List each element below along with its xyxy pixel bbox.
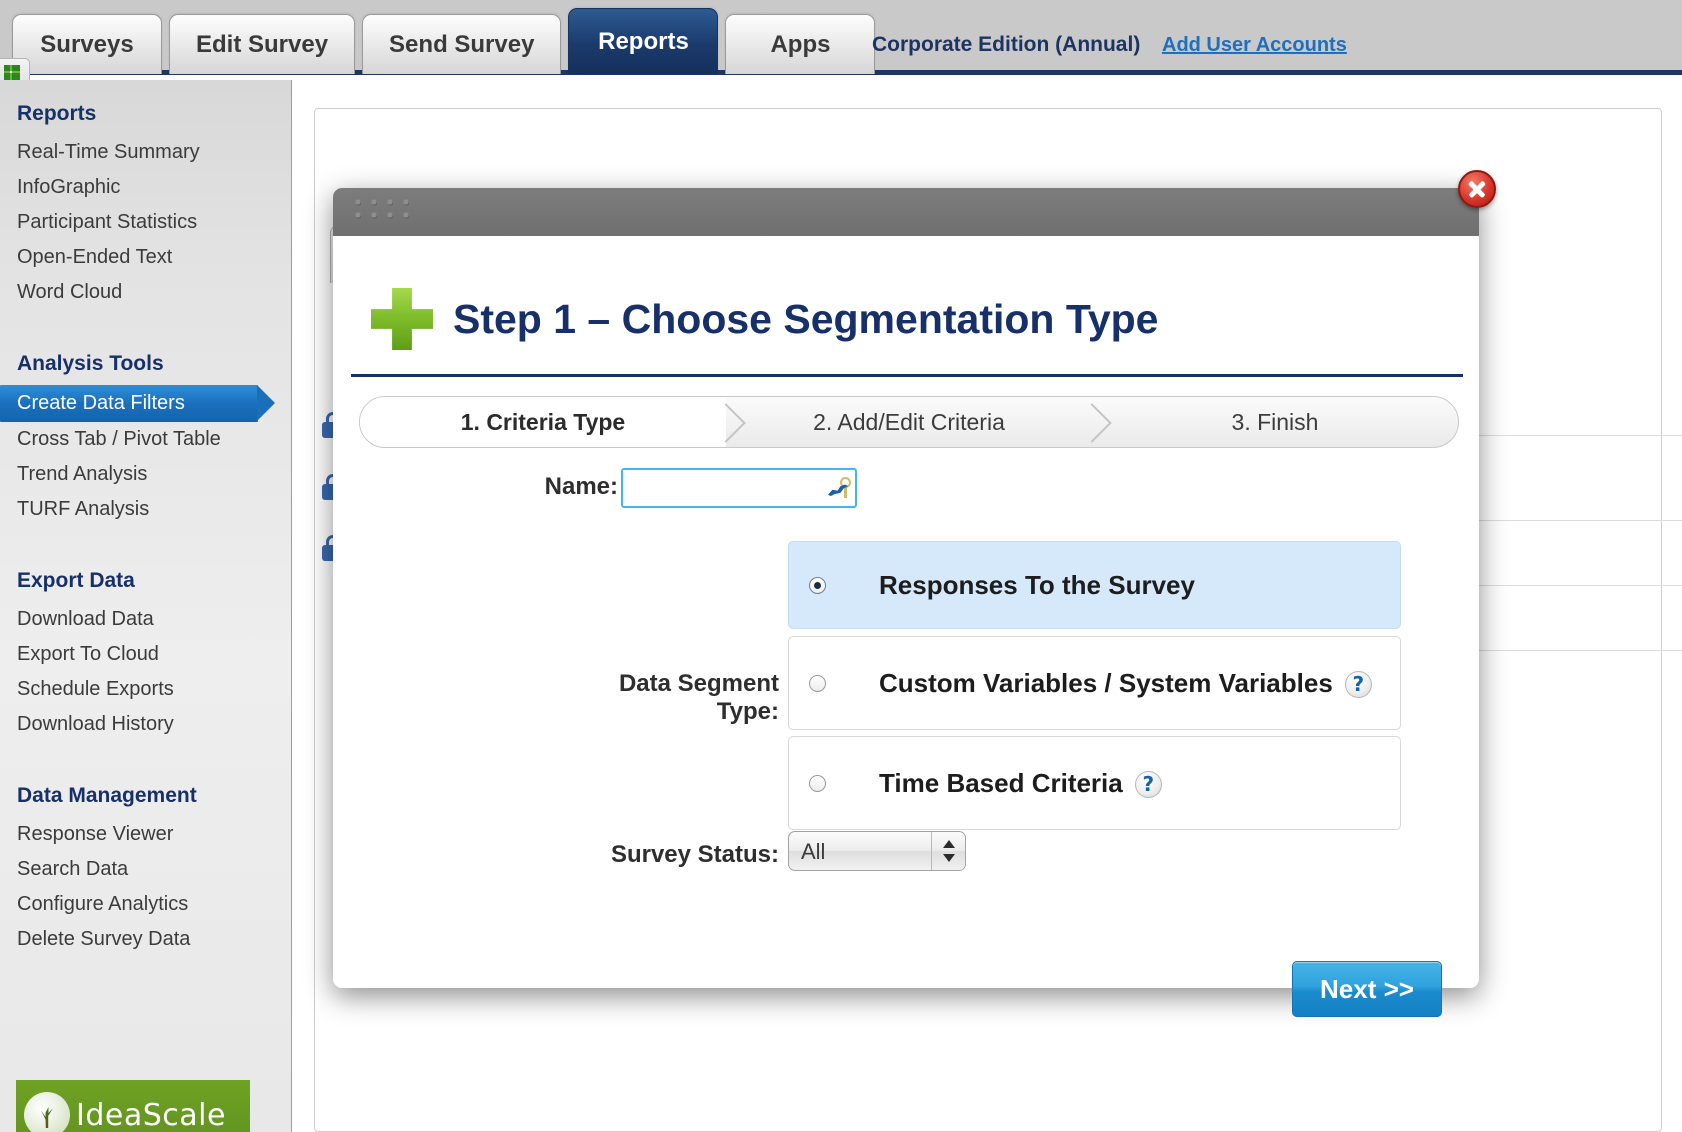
sidebar-item-infographic[interactable]: InfoGraphic	[0, 170, 291, 205]
step-3-label: 3. Finish	[1231, 408, 1319, 435]
option-label-time-based: Time Based Criteria?	[879, 768, 1162, 799]
add-user-accounts-link[interactable]: Add User Accounts	[1162, 34, 1347, 57]
step-1-criteria-type[interactable]: 1. Criteria Type	[360, 397, 726, 447]
step-2-add-edit-criteria[interactable]: 2. Add/Edit Criteria	[726, 397, 1092, 447]
name-field-row: Name:	[333, 468, 1479, 512]
option-custom-system-variables[interactable]: Custom Variables / System Variables?	[788, 636, 1401, 730]
sidebar-item-cross-tab-pivot-table[interactable]: Cross Tab / Pivot Table	[0, 422, 291, 457]
lastpass-runner-icon[interactable]	[828, 476, 852, 500]
radio-responses-to-the-survey[interactable]	[809, 576, 826, 594]
next-button[interactable]: Next >>	[1292, 961, 1442, 1017]
help-icon-time-based[interactable]: ?	[1134, 771, 1162, 799]
tab-apps[interactable]: Apps	[725, 14, 876, 74]
survey-status-select-wrapper: All Open Closed Paused	[788, 831, 966, 871]
survey-status-select[interactable]: All Open Closed Paused	[788, 831, 966, 871]
modal-body: Step 1 – Choose Segmentation Type 1. Cri…	[333, 236, 1479, 1017]
sidebar-item-configure-analytics[interactable]: Configure Analytics	[0, 887, 291, 922]
tab-reports[interactable]: Reports	[568, 8, 719, 74]
modal-title: Step 1 – Choose Segmentation Type	[453, 295, 1159, 342]
step-3-finish[interactable]: 3. Finish	[1092, 397, 1458, 447]
option-label-responses: Responses To the Survey	[879, 569, 1195, 600]
option-responses-to-the-survey[interactable]: Responses To the Survey	[788, 541, 1401, 629]
edition-label: Corporate Edition (Annual)	[872, 33, 1141, 56]
modal-header: Step 1 – Choose Segmentation Type	[371, 288, 1159, 350]
tab-send-survey[interactable]: Send Survey	[362, 14, 562, 74]
option-label-custom-variables: Custom Variables / System Variables?	[879, 668, 1372, 699]
sidebar-item-download-data[interactable]: Download Data	[0, 602, 291, 637]
option-text-custom-variables: Custom Variables / System Variables	[879, 667, 1333, 698]
sidebar-item-delete-survey-data[interactable]: Delete Survey Data	[0, 922, 291, 957]
sidebar-item-open-ended-text[interactable]: Open-Ended Text	[0, 240, 291, 275]
sidebar-item-export-to-cloud[interactable]: Export To Cloud	[0, 637, 291, 672]
close-icon[interactable]	[1458, 170, 1496, 208]
name-input-wrapper	[621, 468, 857, 508]
sidebar-item-search-data[interactable]: Search Data	[0, 852, 291, 887]
step-1-label: 1. Criteria Type	[460, 408, 626, 435]
segmentation-type-modal: Step 1 – Choose Segmentation Type 1. Cri…	[333, 170, 1496, 1017]
help-icon-custom-variables[interactable]: ?	[1344, 671, 1372, 699]
plus-icon	[371, 288, 433, 350]
tab-edit-survey-label: Edit Survey	[196, 30, 329, 58]
sidebar-heading-export-data: Export Data	[17, 569, 135, 592]
data-segment-type-label: Data Segment Type:	[618, 670, 779, 725]
survey-status-label: Survey Status:	[610, 841, 779, 868]
top-navigation-bar: Surveys Edit Survey Send Survey Reports …	[0, 0, 1682, 94]
sidebar-item-download-history[interactable]: Download History	[0, 707, 291, 742]
left-sidebar: Reports Real-Time Summary InfoGraphic Pa…	[0, 80, 292, 1132]
sidebar-item-word-cloud[interactable]: Word Cloud	[0, 275, 291, 310]
sidebar-item-turf-analysis[interactable]: TURF Analysis	[0, 492, 291, 527]
wizard-steps: 1. Criteria Type 2. Add/Edit Criteria 3.…	[359, 396, 1459, 448]
modal-header-rule	[351, 374, 1463, 377]
name-label: Name:	[544, 473, 618, 500]
drag-grip-icon[interactable]	[355, 199, 419, 225]
tab-surveys-label: Surveys	[40, 30, 134, 58]
grid-glyph	[4, 65, 20, 81]
tab-send-survey-label: Send Survey	[389, 30, 535, 58]
modal-title-bar[interactable]	[333, 188, 1479, 236]
option-time-based-criteria[interactable]: Time Based Criteria?	[788, 736, 1401, 830]
sidebar-heading-data-management: Data Management	[17, 784, 197, 807]
sidebar-item-participant-statistics[interactable]: Participant Statistics	[0, 205, 291, 240]
sidebar-heading-analysis-tools: Analysis Tools	[17, 352, 164, 375]
ideascale-logo-text: IdeaScale	[76, 1097, 226, 1132]
tab-apps-label: Apps	[770, 30, 831, 58]
tab-surveys[interactable]: Surveys	[12, 14, 162, 74]
sidebar-item-trend-analysis[interactable]: Trend Analysis	[0, 457, 291, 492]
option-text-time-based: Time Based Criteria	[879, 767, 1123, 798]
tab-edit-survey[interactable]: Edit Survey	[169, 14, 356, 74]
radio-time-based-criteria[interactable]	[809, 774, 826, 792]
sidebar-item-response-viewer[interactable]: Response Viewer	[0, 817, 291, 852]
name-input[interactable]	[621, 468, 857, 508]
step-2-label: 2. Add/Edit Criteria	[813, 408, 1005, 435]
sidebar-item-create-data-filters[interactable]: Create Data Filters	[0, 385, 275, 422]
ideascale-logo: IdeaScale	[16, 1080, 250, 1132]
main-tab-strip: Surveys Edit Survey Send Survey Reports …	[12, 8, 882, 74]
sidebar-heading-reports: Reports	[17, 102, 97, 125]
tab-reports-label: Reports	[598, 27, 689, 55]
radio-custom-system-variables[interactable]	[809, 674, 826, 692]
lightbulb-icon	[24, 1092, 70, 1132]
sidebar-item-schedule-exports[interactable]: Schedule Exports	[0, 672, 291, 707]
sidebar-item-real-time-summary[interactable]: Real-Time Summary	[0, 135, 291, 170]
